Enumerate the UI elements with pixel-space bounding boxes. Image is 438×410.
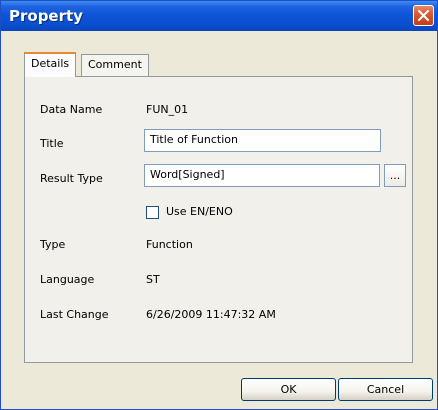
language-value: ST bbox=[146, 273, 160, 286]
title-label: Title bbox=[40, 137, 64, 150]
use-en-eno-label[interactable]: Use EN/ENO bbox=[166, 205, 233, 218]
data-name-label: Data Name bbox=[40, 103, 103, 116]
ellipsis-icon: ... bbox=[389, 169, 401, 182]
close-button[interactable] bbox=[413, 5, 434, 26]
title-input[interactable]: Title of Function bbox=[144, 129, 381, 152]
result-type-label: Result Type bbox=[40, 172, 103, 185]
property-dialog: Property Details Comment Data Name FUN_0… bbox=[0, 0, 438, 410]
last-change-label: Last Change bbox=[40, 308, 109, 321]
use-en-eno-checkbox[interactable] bbox=[146, 206, 159, 219]
title-input-value: Title of Function bbox=[150, 133, 238, 146]
tab-details-label: Details bbox=[31, 57, 70, 70]
ok-button-label: OK bbox=[280, 383, 297, 396]
cancel-button[interactable]: Cancel bbox=[338, 378, 433, 401]
result-type-input[interactable]: Word[Signed] bbox=[144, 164, 380, 187]
data-name-value: FUN_01 bbox=[146, 103, 189, 116]
ok-button[interactable]: OK bbox=[241, 378, 336, 401]
tab-comment[interactable]: Comment bbox=[81, 54, 149, 76]
language-label: Language bbox=[40, 273, 95, 286]
cancel-button-label: Cancel bbox=[366, 383, 405, 396]
type-value: Function bbox=[146, 238, 193, 251]
title-bar[interactable]: Property bbox=[1, 1, 437, 31]
tab-comment-label: Comment bbox=[88, 58, 142, 71]
result-type-input-value: Word[Signed] bbox=[150, 168, 225, 181]
type-label: Type bbox=[40, 238, 66, 251]
last-change-value: 6/26/2009 11:47:32 AM bbox=[146, 308, 276, 321]
result-type-browse-button[interactable]: ... bbox=[384, 164, 406, 187]
window-title: Property bbox=[9, 7, 83, 25]
close-icon bbox=[418, 10, 429, 21]
tab-details[interactable]: Details bbox=[24, 52, 77, 77]
